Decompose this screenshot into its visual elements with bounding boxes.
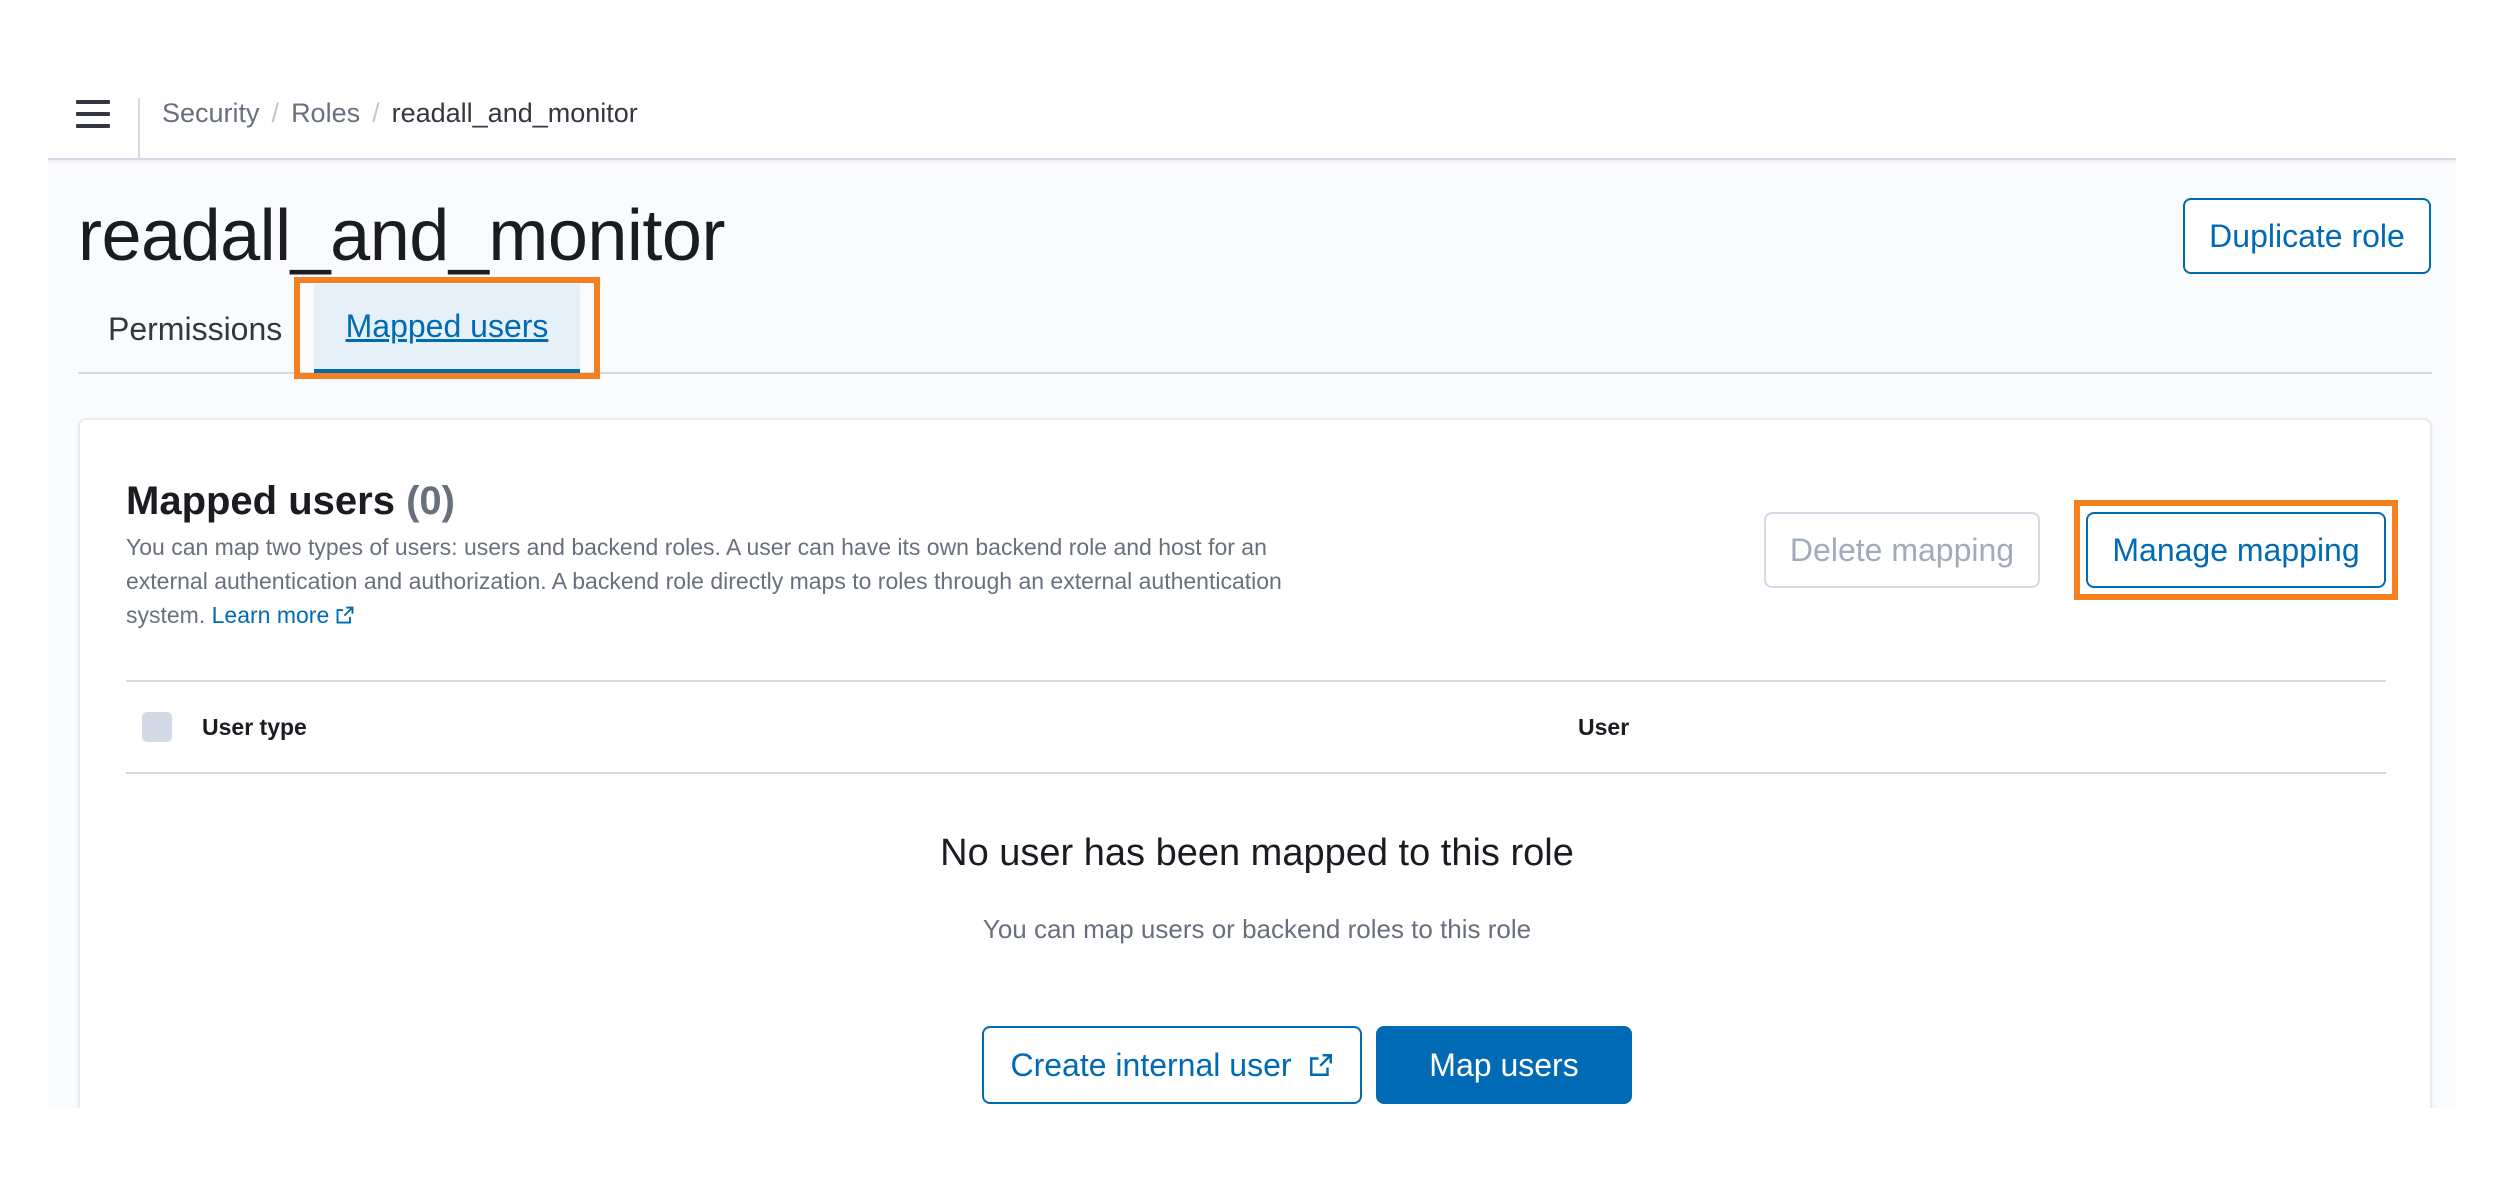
column-user-type[interactable]: User type [202,682,307,772]
tab-mapped-users-label: Mapped users [345,308,549,344]
tab-permissions[interactable]: Permissions [78,284,298,374]
delete-mapping-button: Delete mapping [1764,512,2040,588]
hamburger-menu-icon[interactable] [76,100,110,128]
empty-state-title: No user has been mapped to this role [940,832,1574,874]
duplicate-role-button[interactable]: Duplicate role [2183,198,2431,274]
manage-mapping-button[interactable]: Manage mapping [2086,512,2386,588]
mapped-users-panel: Mapped users (0) You can map two types o… [78,418,2432,1108]
breadcrumb: Security / Roles / readall_and_monitor [162,96,638,130]
breadcrumb-roles[interactable]: Roles [291,98,360,128]
breadcrumb-separator: / [372,98,380,128]
select-all-checkbox[interactable] [142,712,172,742]
learn-more-link[interactable]: Learn more [212,602,356,628]
panel-description: You can map two types of users: users an… [126,530,1326,632]
header-divider [138,98,140,160]
role-tabs: Permissions Mapped users [78,284,2432,374]
tab-permissions-label: Permissions [108,310,283,347]
breadcrumb-security[interactable]: Security [162,98,260,128]
page-title: readall_and_monitor [78,196,725,276]
external-link-icon [336,606,354,624]
panel-title-text: Mapped users [126,479,395,523]
create-internal-user-button[interactable]: Create internal user [982,1026,1362,1104]
app-window: Security / Roles / readall_and_monitor reada… [48,0,2456,1108]
empty-state-description: You can map users or backend roles to th… [982,914,1532,944]
breadcrumb-separator: / [271,98,280,128]
create-internal-user-label: Create internal user [1010,1046,1292,1083]
column-user[interactable]: User [1578,682,1629,772]
mapped-count: (0) [406,479,455,523]
map-users-button[interactable]: Map users [1376,1026,1632,1104]
table-header: User type User [126,682,2386,774]
panel-title: Mapped users (0) [126,476,455,526]
learn-more-label: Learn more [211,602,330,628]
breadcrumb-current: readall_and_monitor [391,98,638,128]
top-header: Security / Roles / readall_and_monitor [48,0,2456,160]
external-link-icon [1309,1054,1332,1076]
tab-mapped-users[interactable]: Mapped users [314,284,580,374]
